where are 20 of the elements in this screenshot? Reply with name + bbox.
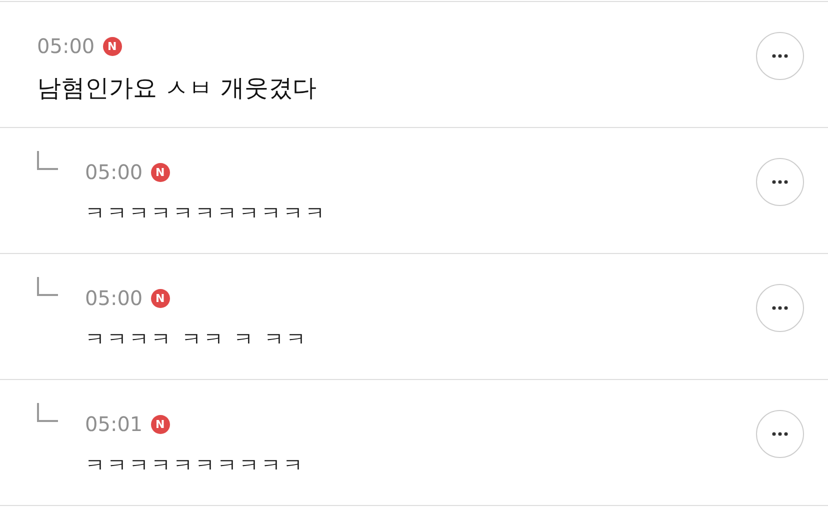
comment-time: 05:01 xyxy=(85,412,143,436)
more-icon xyxy=(772,180,788,184)
more-icon xyxy=(772,54,788,58)
comment-time: 05:00 xyxy=(37,34,95,58)
new-badge: N xyxy=(102,36,122,56)
comment-time: 05:00 xyxy=(85,286,143,310)
new-badge: N xyxy=(150,414,170,434)
comment-text: ㅋㅋㅋㅋㅋㅋㅋㅋㅋㅋ xyxy=(85,452,306,479)
new-badge: N xyxy=(150,162,170,182)
more-button[interactable] xyxy=(756,284,804,332)
comment-text: ㅋㅋㅋㅋㅋㅋㅋㅋㅋㅋㅋ xyxy=(85,200,328,227)
more-icon xyxy=(772,306,788,310)
more-icon xyxy=(772,432,788,436)
more-button[interactable] xyxy=(756,158,804,206)
comment-text: ㅋㅋㅋㅋ ㅋㅋ ㅋ ㅋㅋ xyxy=(85,326,310,353)
more-button[interactable] xyxy=(756,410,804,458)
new-badge: N xyxy=(150,288,170,308)
comment-text: 남혐인가요 ㅅㅂ 개웃겼다 xyxy=(37,73,318,104)
more-button[interactable] xyxy=(756,32,804,80)
comment-time: 05:00 xyxy=(85,160,143,184)
